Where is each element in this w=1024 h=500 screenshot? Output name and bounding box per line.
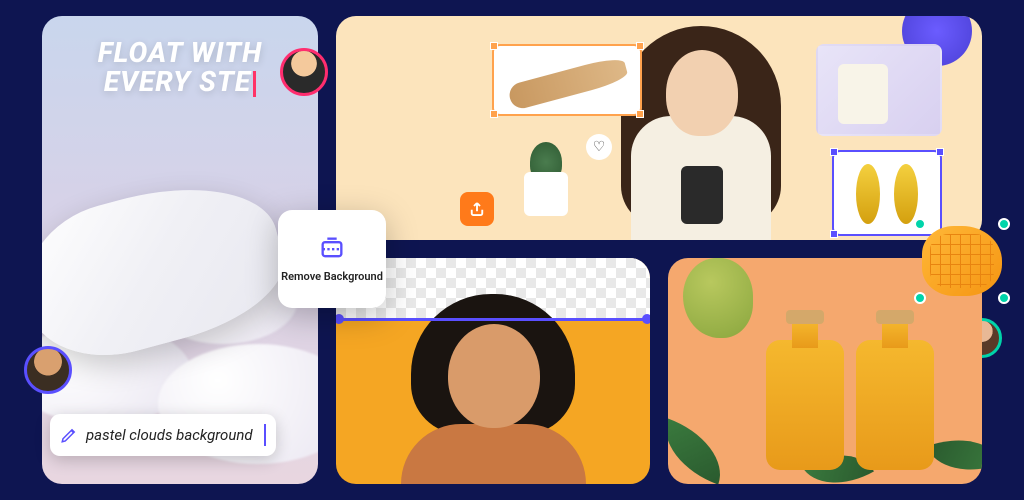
share-icon xyxy=(468,200,486,218)
poster-headline[interactable]: FLOAT WITH EVERY STE xyxy=(42,38,318,97)
collaborator-avatar-2[interactable] xyxy=(24,346,72,394)
mango-slice-image xyxy=(922,226,1002,296)
juice-bottle xyxy=(766,310,844,470)
favorite-button[interactable]: ♡ xyxy=(586,134,612,160)
tool-label: Remove Background xyxy=(281,270,383,283)
mango-cutout-selection[interactable] xyxy=(918,222,1006,300)
share-button[interactable] xyxy=(460,192,494,226)
prompt-text: pastel clouds background xyxy=(86,426,262,444)
mango-whole xyxy=(683,258,753,338)
portrait-subject xyxy=(381,294,606,484)
ai-prompt-input[interactable]: pastel clouds background xyxy=(50,414,276,456)
lifestyle-panel[interactable]: ♡ xyxy=(336,16,982,240)
resize-handle[interactable] xyxy=(998,218,1010,230)
candle-card[interactable] xyxy=(816,44,942,136)
magic-pen-icon xyxy=(60,426,78,444)
resize-handle[interactable] xyxy=(998,292,1010,304)
wooden-spoon-image xyxy=(507,55,630,111)
spoon-selection[interactable] xyxy=(492,44,642,116)
headline-line-2: EVERY STE xyxy=(104,65,251,98)
input-cursor xyxy=(264,424,266,446)
candle-image xyxy=(838,64,888,124)
resize-handle[interactable] xyxy=(914,292,926,304)
leaf-decor xyxy=(927,424,982,484)
collaborator-avatar-1[interactable] xyxy=(280,48,328,96)
juice-bottle xyxy=(856,310,934,470)
resize-handle[interactable] xyxy=(914,218,926,230)
bg-removal-progress-line[interactable] xyxy=(336,318,650,321)
leaf-decor xyxy=(668,418,734,484)
remove-background-tool[interactable]: Remove Background xyxy=(278,210,386,308)
remove-bg-icon xyxy=(318,234,346,262)
text-cursor xyxy=(253,71,256,97)
plant-card[interactable] xyxy=(506,136,586,216)
heart-icon: ♡ xyxy=(593,139,606,155)
